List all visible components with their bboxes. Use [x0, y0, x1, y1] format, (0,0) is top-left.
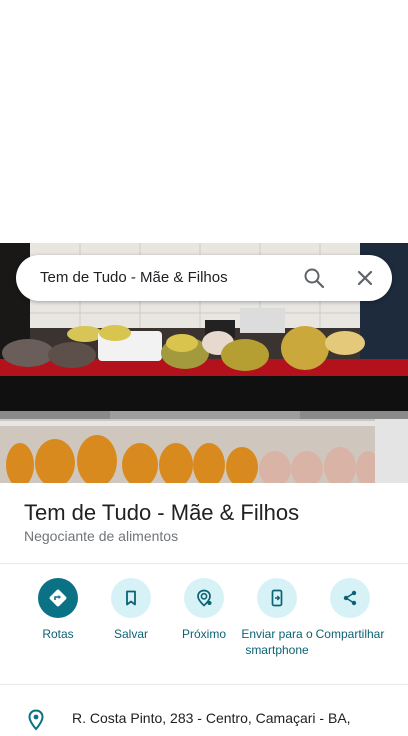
- location-pin-icon: [26, 709, 46, 736]
- save-button[interactable]: Salvar: [93, 578, 169, 642]
- directions-button[interactable]: Rotas: [20, 578, 96, 642]
- nearby-button[interactable]: Próximo: [166, 578, 242, 642]
- close-icon[interactable]: [353, 266, 377, 290]
- send-to-phone-button[interactable]: Enviar para o smartphone: [239, 578, 315, 658]
- address-text: R. Costa Pinto, 283 - Centro, Camaçari -…: [72, 710, 351, 726]
- share-icon: [330, 578, 370, 618]
- place-category: Negociante de alimentos: [24, 528, 179, 544]
- directions-icon: [38, 578, 78, 618]
- bookmark-icon: [111, 578, 151, 618]
- search-icon[interactable]: [302, 266, 326, 290]
- address-row[interactable]: R. Costa Pinto, 283 - Centro, Camaçari -…: [0, 700, 408, 731]
- directions-label: Rotas: [42, 627, 74, 641]
- send-to-phone-icon: [257, 578, 297, 618]
- nearby-icon: [184, 578, 224, 618]
- nearby-label: Próximo: [181, 627, 226, 641]
- search-input[interactable]: Tem de Tudo - Mãe & Filhos: [40, 269, 228, 286]
- search-bar[interactable]: Tem de Tudo - Mãe & Filhos: [16, 255, 392, 301]
- share-label: Compartilhar: [315, 627, 385, 641]
- place-title: Tem de Tudo - Mãe & Filhos: [24, 500, 300, 525]
- save-label: Salvar: [113, 627, 148, 641]
- send-to-phone-label: Enviar para o smartphone: [241, 627, 313, 657]
- divider: [0, 684, 408, 685]
- share-button[interactable]: Compartilhar: [312, 578, 388, 642]
- divider: [0, 563, 408, 564]
